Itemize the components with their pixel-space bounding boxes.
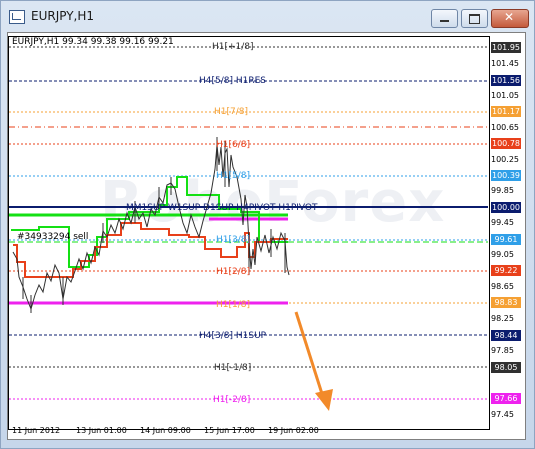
chart-header: EURJPY,H1 99.34 99.38 99.16 99.21 (12, 37, 174, 47)
title-bar[interactable]: EURJPY,H1 ✕ (1, 1, 534, 31)
x-tick: 19 Jun 02:00 (268, 426, 319, 435)
app-icon (9, 10, 25, 24)
x-tick: 11 Jun 2012 (12, 426, 61, 435)
y-tick: 100.65 (491, 123, 519, 132)
label-h1-plus18: H1[+1/8] (212, 42, 254, 52)
close-button[interactable]: ✕ (491, 9, 529, 28)
price-wicks (22, 137, 286, 313)
maximize-button[interactable] (461, 9, 488, 28)
label-h4-38: H4[3/8] H1SUP (199, 331, 267, 341)
y-tick: 100.25 (491, 155, 519, 164)
x-tick: 14 Jun 09:00 (140, 426, 191, 435)
y-tick: 98.65 (491, 282, 514, 291)
label-pivot: MM1SUP W1SUP D1SUP H4PIVOT H1PIVOT (126, 203, 318, 213)
y-tick: 99.05 (491, 250, 514, 259)
y-tick: 99.45 (491, 218, 514, 227)
price-label-10000: 100.00 (491, 202, 521, 213)
close-icon: ✕ (504, 10, 515, 24)
minimize-icon (440, 20, 449, 22)
price-label-9805: 98.05 (491, 362, 521, 373)
y-tick: 101.05 (491, 91, 519, 100)
label-h1-78: H1[7/8] (214, 107, 249, 117)
label-h1-38: H1[3/8] (216, 235, 251, 245)
x-tick: 13 Jun 01:00 (76, 426, 127, 435)
label-h1-28: H1[2/8] (216, 267, 251, 277)
maximize-icon (469, 14, 480, 24)
price-label-9961: 99.61 (491, 234, 521, 245)
label-h1-58: H1[5/8] (216, 171, 251, 181)
price-label-9766: 97.66 (491, 393, 521, 404)
minimize-button[interactable] (431, 9, 458, 28)
x-tick: 15 Jun 17:00 (204, 426, 255, 435)
forecast-arrow-line (294, 311, 325, 398)
y-tick: 97.85 (491, 346, 514, 355)
price-label-10039: 100.39 (491, 170, 521, 181)
price-label-10195: 101.95 (491, 42, 521, 53)
y-tick: 97.45 (491, 410, 514, 419)
label-h1-68: H1[6/8] (216, 140, 251, 150)
price-label-10117: 101.17 (491, 106, 521, 117)
label-h1-m18: H1[-1/8] (214, 363, 252, 373)
forecast-arrow-head (315, 389, 333, 411)
price-label-9883: 98.83 (491, 297, 521, 308)
y-tick: 99.85 (491, 186, 514, 195)
label-h4-58: H4[5/8] H1RES (199, 76, 267, 86)
label-h1-m28: H1[-2/8] (213, 395, 251, 405)
label-h1-18: H1[1/8] (216, 300, 251, 310)
order-annotation: #34933294 sell (17, 232, 89, 242)
y-tick: 98.25 (491, 314, 514, 323)
green-step-line (11, 176, 288, 268)
window-title: EURJPY,H1 (31, 9, 95, 23)
price-label-10078: 100.78 (491, 138, 521, 149)
price-label-10156: 101.56 (491, 75, 521, 86)
price-label-9922: 99.22 (491, 265, 521, 276)
y-tick: 101.45 (491, 59, 519, 68)
price-label-9844: 98.44 (491, 330, 521, 341)
